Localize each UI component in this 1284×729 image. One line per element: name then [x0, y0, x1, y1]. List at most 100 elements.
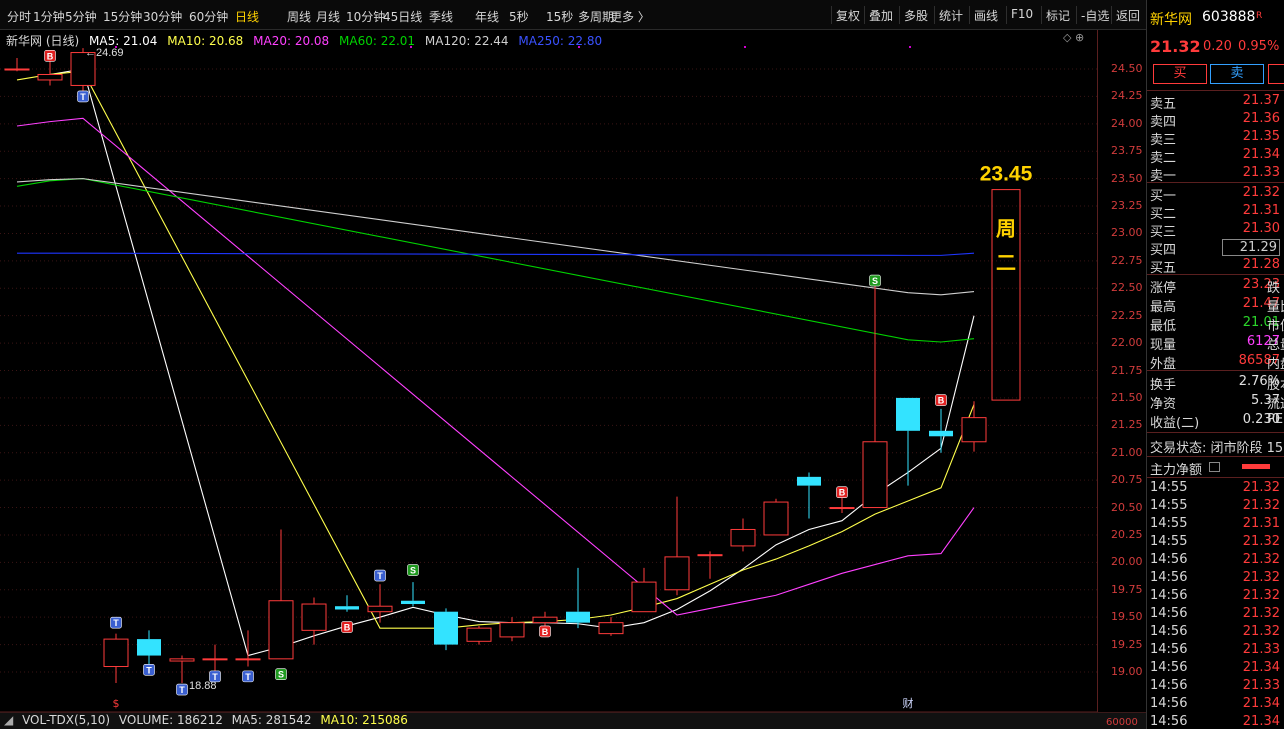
price-tick-label: 23.00: [1111, 226, 1143, 240]
toolbar-separator: [864, 6, 865, 24]
candle[interactable]: [434, 608, 458, 651]
more-button[interactable]: [1268, 64, 1284, 84]
price-tick-label: 24.50: [1111, 62, 1143, 75]
timeframe-16[interactable]: 更多 〉: [610, 8, 650, 25]
high-annotation: ←24.69: [85, 47, 124, 59]
toolbar-button-7[interactable]: -自选: [1081, 7, 1109, 24]
candle[interactable]: [268, 529, 294, 660]
toolbar-button-2[interactable]: 多股: [904, 7, 928, 24]
price-tick-label: 22.50: [1111, 281, 1143, 295]
tick-time: 14:56: [1150, 696, 1188, 711]
collapse-icon[interactable]: ◢: [4, 713, 13, 727]
timeframe-2[interactable]: 5分钟: [65, 8, 97, 25]
candle[interactable]: [4, 58, 30, 72]
timeframe-6[interactable]: 日线: [235, 8, 259, 25]
candle-body: [664, 556, 690, 591]
tick-price: 21.32: [1242, 552, 1280, 567]
candle[interactable]: [401, 582, 425, 607]
timeframe-5[interactable]: 60分钟: [189, 8, 228, 25]
stat2-row: 收益(二) 0.230 PE: [1147, 412, 1284, 431]
candle-body: [961, 417, 987, 443]
price-axis: 24.50 24.25 24.00 23.75 23.50 23.25 23.00 22.75…: [1097, 30, 1146, 712]
candle[interactable]: [466, 625, 492, 645]
signal-marker-text: S: [872, 276, 878, 286]
toolbar-separator: [831, 6, 832, 24]
candle[interactable]: [137, 630, 161, 667]
timeframe-9[interactable]: 10分钟: [346, 8, 385, 25]
toolbar-button-5[interactable]: F10: [1011, 7, 1033, 21]
signal-marker-text: T: [245, 672, 251, 682]
candle[interactable]: [335, 595, 359, 612]
stat-row: 涨停 23.23 跌: [1147, 277, 1284, 296]
timeframe-14[interactable]: 15秒: [546, 8, 573, 25]
ask-row-value: 21.33: [1242, 165, 1280, 180]
timeframe-8[interactable]: 月线: [316, 8, 340, 25]
candle-body: [169, 658, 195, 662]
sell-button[interactable]: 卖: [1210, 64, 1264, 84]
toolbar-button-3[interactable]: 统计: [939, 7, 963, 24]
candle[interactable]: [763, 498, 789, 536]
price-tick-label: 19.00: [1111, 665, 1143, 678]
toolbar-button-4[interactable]: 画线: [974, 7, 998, 24]
tick-time: 14:56: [1150, 714, 1188, 729]
kline-chart[interactable]: 23.45周二←24.69←18.88BTTTTT T SBTSBBSB$ 财: [0, 30, 1097, 712]
candle-body: [235, 658, 261, 661]
tick-time: 14:55: [1150, 516, 1188, 531]
timeframe-1[interactable]: 1分钟: [33, 8, 65, 25]
signal-marker-text: T: [179, 685, 185, 695]
candle[interactable]: [797, 472, 821, 519]
stat2-row-label2: 股本: [1267, 378, 1284, 393]
timeframe-4[interactable]: 30分钟: [143, 8, 182, 25]
candle[interactable]: [235, 630, 261, 667]
price-tick-label: 20.75: [1111, 473, 1143, 487]
candle[interactable]: [598, 617, 624, 636]
candle[interactable]: [37, 58, 63, 86]
signal-marker-text: T: [377, 571, 383, 581]
candle[interactable]: [202, 644, 228, 672]
candle[interactable]: [631, 567, 657, 613]
tick-row: 14:55 21.32: [1147, 534, 1284, 552]
candle[interactable]: [301, 597, 327, 645]
toolbar-button-1[interactable]: 叠加: [869, 7, 893, 24]
timeframe-3[interactable]: 15分钟: [103, 8, 142, 25]
candle[interactable]: [829, 496, 855, 514]
tick-row: 14:56 21.33: [1147, 678, 1284, 696]
timeframe-0[interactable]: 分时: [7, 8, 31, 25]
candle[interactable]: [697, 551, 723, 579]
signal-marker-bg: [572, 553, 584, 565]
top-dot-marker: [115, 46, 117, 48]
timeframe-15[interactable]: 多周期: [578, 8, 614, 25]
stat-row-label2: 跌: [1267, 281, 1281, 296]
candle[interactable]: [896, 397, 920, 486]
timeframe-12[interactable]: 年线: [475, 8, 499, 25]
bottom-mark: $: [113, 697, 120, 710]
candle[interactable]: [730, 518, 756, 552]
candle[interactable]: [103, 633, 129, 683]
sell-label: 卖: [1230, 66, 1244, 81]
price-tick-label: 19.75: [1111, 582, 1143, 596]
candle-body: [4, 68, 30, 71]
tick-row: 14:56 21.33: [1147, 642, 1284, 660]
signal-marker-t: T: [176, 683, 188, 696]
signal-marker-t: T: [209, 670, 221, 683]
candle[interactable]: [664, 496, 690, 596]
toolbar-button-8[interactable]: 返回: [1116, 7, 1140, 24]
timeframe-10[interactable]: 45日线: [383, 8, 422, 25]
candle-body: [466, 627, 492, 642]
timeframe-11[interactable]: 季线: [429, 8, 453, 25]
candle[interactable]: [961, 401, 987, 452]
candle[interactable]: [169, 655, 195, 683]
candle[interactable]: [862, 282, 888, 509]
candle[interactable]: [566, 567, 590, 629]
timeframe-7[interactable]: 周线: [287, 8, 311, 25]
projection-label: 23.45: [980, 163, 1033, 186]
toolbar-button-6[interactable]: 标记: [1046, 7, 1070, 24]
buy-button[interactable]: 买: [1153, 64, 1207, 84]
table-icon[interactable]: [1209, 462, 1220, 472]
tick-time: 14:56: [1150, 678, 1188, 693]
price-tick-label: 19.25: [1111, 637, 1143, 651]
candle[interactable]: [499, 617, 525, 642]
toolbar-button-0[interactable]: 复权: [836, 7, 860, 24]
signal-marker-b: B: [44, 50, 56, 62]
timeframe-13[interactable]: 5秒: [509, 8, 529, 25]
